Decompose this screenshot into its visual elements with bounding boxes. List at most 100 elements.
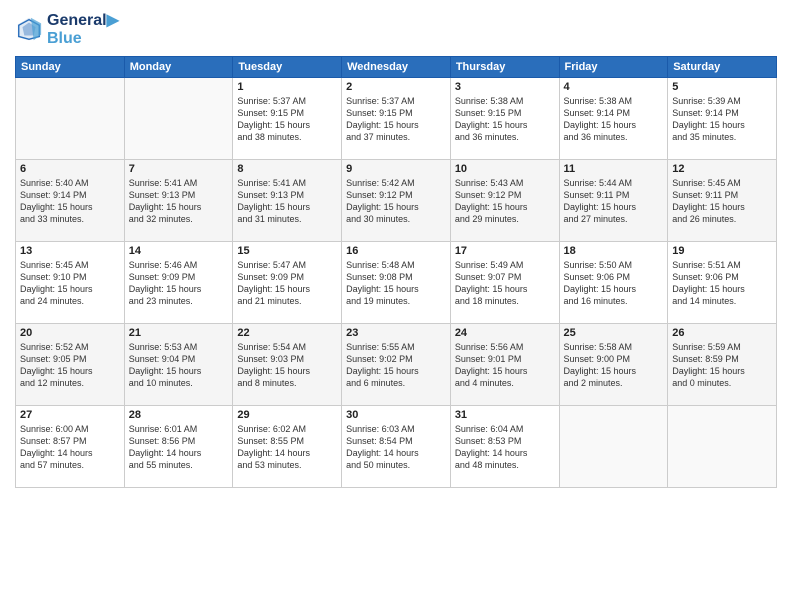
day-number: 31: [455, 409, 555, 421]
day-number: 1: [237, 81, 337, 93]
day-info: Sunrise: 6:01 AM Sunset: 8:56 PM Dayligh…: [129, 423, 229, 472]
day-info: Sunrise: 5:52 AM Sunset: 9:05 PM Dayligh…: [20, 341, 120, 390]
day-info: Sunrise: 5:46 AM Sunset: 9:09 PM Dayligh…: [129, 259, 229, 308]
day-number: 4: [564, 81, 664, 93]
day-of-week-header: Thursday: [450, 57, 559, 78]
day-number: 13: [20, 245, 120, 257]
day-of-week-header: Sunday: [16, 57, 125, 78]
day-number: 3: [455, 81, 555, 93]
day-number: 23: [346, 327, 446, 339]
day-info: Sunrise: 5:48 AM Sunset: 9:08 PM Dayligh…: [346, 259, 446, 308]
calendar-cell: 24 Sunrise: 5:56 AM Sunset: 9:01 PM Dayli…: [450, 324, 559, 406]
day-info: Sunrise: 5:41 AM Sunset: 9:13 PM Dayligh…: [237, 177, 337, 226]
day-number: 6: [20, 163, 120, 175]
day-info: Sunrise: 5:55 AM Sunset: 9:02 PM Dayligh…: [346, 341, 446, 390]
calendar-cell: 21 Sunrise: 5:53 AM Sunset: 9:04 PM Dayli…: [124, 324, 233, 406]
calendar-cell: 28 Sunrise: 6:01 AM Sunset: 8:56 PM Dayli…: [124, 406, 233, 488]
calendar-cell: 14 Sunrise: 5:46 AM Sunset: 9:09 PM Dayli…: [124, 242, 233, 324]
calendar-cell: [668, 406, 777, 488]
calendar-cell: 3 Sunrise: 5:38 AM Sunset: 9:15 PM Daylig…: [450, 78, 559, 160]
calendar-week-row: 13 Sunrise: 5:45 AM Sunset: 9:10 PM Dayli…: [16, 242, 777, 324]
day-info: Sunrise: 5:58 AM Sunset: 9:00 PM Dayligh…: [564, 341, 664, 390]
day-info: Sunrise: 5:45 AM Sunset: 9:10 PM Dayligh…: [20, 259, 120, 308]
day-number: 15: [237, 245, 337, 257]
calendar-cell: 20 Sunrise: 5:52 AM Sunset: 9:05 PM Dayli…: [16, 324, 125, 406]
calendar-cell: 11 Sunrise: 5:44 AM Sunset: 9:11 PM Dayli…: [559, 160, 668, 242]
day-number: 19: [672, 245, 772, 257]
day-info: Sunrise: 6:03 AM Sunset: 8:54 PM Dayligh…: [346, 423, 446, 472]
day-number: 2: [346, 81, 446, 93]
day-info: Sunrise: 6:04 AM Sunset: 8:53 PM Dayligh…: [455, 423, 555, 472]
day-info: Sunrise: 5:49 AM Sunset: 9:07 PM Dayligh…: [455, 259, 555, 308]
day-number: 12: [672, 163, 772, 175]
day-number: 17: [455, 245, 555, 257]
day-number: 20: [20, 327, 120, 339]
day-info: Sunrise: 5:39 AM Sunset: 9:14 PM Dayligh…: [672, 95, 772, 144]
day-of-week-header: Monday: [124, 57, 233, 78]
calendar-cell: 23 Sunrise: 5:55 AM Sunset: 9:02 PM Dayli…: [342, 324, 451, 406]
calendar-cell: 30 Sunrise: 6:03 AM Sunset: 8:54 PM Dayli…: [342, 406, 451, 488]
calendar-cell: 27Sunrise: 6:00 AM Sunset: 8:57 PM Dayli…: [16, 406, 125, 488]
day-info: Sunrise: 5:45 AM Sunset: 9:11 PM Dayligh…: [672, 177, 772, 226]
day-number: 11: [564, 163, 664, 175]
day-info: Sunrise: 5:38 AM Sunset: 9:15 PM Dayligh…: [455, 95, 555, 144]
calendar-cell: 16Sunrise: 5:48 AM Sunset: 9:08 PM Dayli…: [342, 242, 451, 324]
calendar-cell: 12 Sunrise: 5:45 AM Sunset: 9:11 PM Dayli…: [668, 160, 777, 242]
calendar-cell: 1Sunrise: 5:37 AM Sunset: 9:15 PM Daylig…: [233, 78, 342, 160]
calendar-cell: [16, 78, 125, 160]
day-info: Sunrise: 5:40 AM Sunset: 9:14 PM Dayligh…: [20, 177, 120, 226]
calendar-cell: 22Sunrise: 5:54 AM Sunset: 9:03 PM Dayli…: [233, 324, 342, 406]
calendar-cell: 29 Sunrise: 6:02 AM Sunset: 8:55 PM Dayli…: [233, 406, 342, 488]
logo-icon: [15, 15, 43, 43]
day-number: 22: [237, 327, 337, 339]
calendar-cell: 18Sunrise: 5:50 AM Sunset: 9:06 PM Dayli…: [559, 242, 668, 324]
calendar-week-row: 20 Sunrise: 5:52 AM Sunset: 9:05 PM Dayli…: [16, 324, 777, 406]
calendar-header-row: SundayMondayTuesdayWednesdayThursdayFrid…: [16, 57, 777, 78]
day-number: 28: [129, 409, 229, 421]
calendar-table: SundayMondayTuesdayWednesdayThursdayFrid…: [15, 56, 777, 488]
calendar-cell: 7 Sunrise: 5:41 AM Sunset: 9:13 PM Daylig…: [124, 160, 233, 242]
day-info: Sunrise: 5:53 AM Sunset: 9:04 PM Dayligh…: [129, 341, 229, 390]
day-of-week-header: Saturday: [668, 57, 777, 78]
day-of-week-header: Wednesday: [342, 57, 451, 78]
day-number: 30: [346, 409, 446, 421]
day-info: Sunrise: 5:51 AM Sunset: 9:06 PM Dayligh…: [672, 259, 772, 308]
logo-text: General▶ Blue: [47, 10, 119, 48]
day-number: 7: [129, 163, 229, 175]
day-number: 5: [672, 81, 772, 93]
day-of-week-header: Friday: [559, 57, 668, 78]
day-of-week-header: Tuesday: [233, 57, 342, 78]
day-number: 9: [346, 163, 446, 175]
day-info: Sunrise: 5:47 AM Sunset: 9:09 PM Dayligh…: [237, 259, 337, 308]
day-number: 14: [129, 245, 229, 257]
day-info: Sunrise: 6:00 AM Sunset: 8:57 PM Dayligh…: [20, 423, 120, 472]
calendar-cell: 10Sunrise: 5:43 AM Sunset: 9:12 PM Dayli…: [450, 160, 559, 242]
calendar-cell: 31 Sunrise: 6:04 AM Sunset: 8:53 PM Dayli…: [450, 406, 559, 488]
day-info: Sunrise: 5:42 AM Sunset: 9:12 PM Dayligh…: [346, 177, 446, 226]
calendar-cell: 15 Sunrise: 5:47 AM Sunset: 9:09 PM Dayli…: [233, 242, 342, 324]
day-number: 25: [564, 327, 664, 339]
day-info: Sunrise: 5:56 AM Sunset: 9:01 PM Dayligh…: [455, 341, 555, 390]
calendar-cell: [559, 406, 668, 488]
calendar-week-row: 6 Sunrise: 5:40 AM Sunset: 9:14 PM Daylig…: [16, 160, 777, 242]
day-info: Sunrise: 5:50 AM Sunset: 9:06 PM Dayligh…: [564, 259, 664, 308]
day-number: 29: [237, 409, 337, 421]
day-info: Sunrise: 5:41 AM Sunset: 9:13 PM Dayligh…: [129, 177, 229, 226]
calendar-cell: 5 Sunrise: 5:39 AM Sunset: 9:14 PM Daylig…: [668, 78, 777, 160]
day-number: 26: [672, 327, 772, 339]
day-number: 24: [455, 327, 555, 339]
calendar-cell: 25 Sunrise: 5:58 AM Sunset: 9:00 PM Dayli…: [559, 324, 668, 406]
day-info: Sunrise: 6:02 AM Sunset: 8:55 PM Dayligh…: [237, 423, 337, 472]
calendar-cell: 4Sunrise: 5:38 AM Sunset: 9:14 PM Daylig…: [559, 78, 668, 160]
calendar-cell: 8Sunrise: 5:41 AM Sunset: 9:13 PM Daylig…: [233, 160, 342, 242]
day-info: Sunrise: 5:59 AM Sunset: 8:59 PM Dayligh…: [672, 341, 772, 390]
day-number: 10: [455, 163, 555, 175]
calendar-week-row: 1Sunrise: 5:37 AM Sunset: 9:15 PM Daylig…: [16, 78, 777, 160]
day-info: Sunrise: 5:44 AM Sunset: 9:11 PM Dayligh…: [564, 177, 664, 226]
calendar-cell: 13 Sunrise: 5:45 AM Sunset: 9:10 PM Dayli…: [16, 242, 125, 324]
calendar-cell: [124, 78, 233, 160]
calendar-cell: 9 Sunrise: 5:42 AM Sunset: 9:12 PM Daylig…: [342, 160, 451, 242]
calendar-cell: 26 Sunrise: 5:59 AM Sunset: 8:59 PM Dayli…: [668, 324, 777, 406]
day-number: 21: [129, 327, 229, 339]
calendar-cell: 6 Sunrise: 5:40 AM Sunset: 9:14 PM Daylig…: [16, 160, 125, 242]
